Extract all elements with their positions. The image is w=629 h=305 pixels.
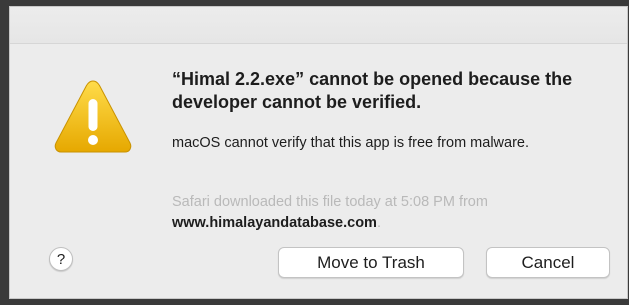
- dialog-title: “Himal 2.2.exe” cannot be opened because…: [172, 69, 573, 112]
- dialog-message: macOS cannot verify that this app is fre…: [172, 135, 529, 151]
- download-source-domain: www.himalayandatabase.com: [172, 215, 377, 231]
- download-source-info: Safari downloaded this file today at 5:0…: [172, 192, 592, 234]
- warning-triangle-icon: [54, 80, 132, 153]
- dialog-titlebar: [10, 7, 627, 44]
- move-to-trash-button[interactable]: Move to Trash: [278, 247, 464, 278]
- cancel-button[interactable]: Cancel: [486, 247, 610, 278]
- help-button[interactable]: ?: [49, 247, 73, 271]
- download-source-prefix: Safari downloaded this file today at 5:0…: [172, 194, 488, 210]
- download-source-suffix: .: [376, 215, 381, 231]
- gatekeeper-dialog: “Himal 2.2.exe” cannot be opened because…: [9, 6, 628, 299]
